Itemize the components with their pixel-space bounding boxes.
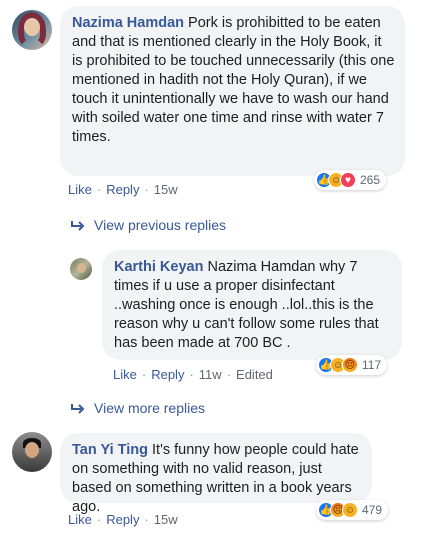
separator-dot: · bbox=[96, 512, 102, 527]
reply-link[interactable]: Reply bbox=[151, 367, 184, 382]
comment-author[interactable]: Nazima Hamdan bbox=[72, 15, 184, 31]
comment-actions: Like · Reply · 11w · Edited bbox=[113, 367, 273, 382]
comment-actions: Like · Reply · 15w bbox=[68, 512, 178, 527]
avatar[interactable] bbox=[12, 10, 52, 50]
separator-dot: · bbox=[189, 367, 194, 382]
reply-arrow-icon bbox=[71, 221, 85, 231]
reply-bubble: Karthi Keyan Nazima Hamdan why 7 times i… bbox=[102, 250, 402, 360]
comment-timestamp[interactable]: 15w bbox=[154, 182, 178, 197]
haha-reaction-icon: ☺ bbox=[342, 502, 358, 518]
separator-dot: · bbox=[141, 367, 147, 382]
avatar[interactable] bbox=[70, 258, 92, 280]
separator-dot: · bbox=[144, 182, 149, 197]
comment-bubble: Tan Yi Ting It's funny how people could … bbox=[60, 433, 372, 515]
reply-arrow-icon bbox=[71, 404, 85, 414]
comment-author[interactable]: Karthi Keyan bbox=[114, 259, 203, 275]
edited-label[interactable]: Edited bbox=[236, 367, 273, 382]
separator-dot: · bbox=[96, 182, 102, 197]
comment-bubble: Nazima Hamdan Pork is prohibitted to be … bbox=[60, 6, 405, 176]
love-reaction-icon: ♥ bbox=[340, 172, 356, 188]
view-previous-replies[interactable]: View previous replies bbox=[70, 217, 226, 233]
avatar-face bbox=[24, 18, 40, 36]
avatar-face bbox=[25, 442, 39, 458]
comment-timestamp[interactable]: 11w bbox=[199, 367, 222, 382]
reactions-summary[interactable]: 👍 ☹ ☺ 479 bbox=[316, 500, 389, 520]
like-link[interactable]: Like bbox=[68, 182, 92, 197]
reactions-summary[interactable]: 👍 ☺ ♥ 265 bbox=[314, 170, 387, 190]
reaction-count: 265 bbox=[360, 173, 381, 187]
comment-timestamp[interactable]: 15w bbox=[154, 512, 178, 527]
separator-dot: · bbox=[144, 512, 149, 527]
view-more-replies[interactable]: View more replies bbox=[70, 400, 205, 416]
reaction-count: 117 bbox=[362, 358, 382, 372]
reply-link[interactable]: Reply bbox=[106, 512, 139, 527]
view-previous-replies-label: View previous replies bbox=[94, 217, 227, 233]
comment-actions: Like · Reply · 15w bbox=[68, 182, 178, 197]
reply-link[interactable]: Reply bbox=[106, 182, 139, 197]
reactions-summary[interactable]: 👍 ☺ ☹ 117 bbox=[316, 355, 388, 375]
like-link[interactable]: Like bbox=[113, 367, 137, 382]
avatar[interactable] bbox=[12, 432, 52, 472]
comment-text: Pork is prohibitted to be eaten and that… bbox=[72, 15, 395, 145]
avatar-face bbox=[77, 263, 86, 273]
like-link[interactable]: Like bbox=[68, 512, 92, 527]
separator-dot: · bbox=[226, 367, 232, 382]
view-more-replies-label: View more replies bbox=[94, 400, 206, 416]
reaction-count: 479 bbox=[362, 503, 383, 517]
angry-reaction-icon: ☹ bbox=[342, 357, 358, 373]
comment-author[interactable]: Tan Yi Ting bbox=[72, 442, 148, 458]
